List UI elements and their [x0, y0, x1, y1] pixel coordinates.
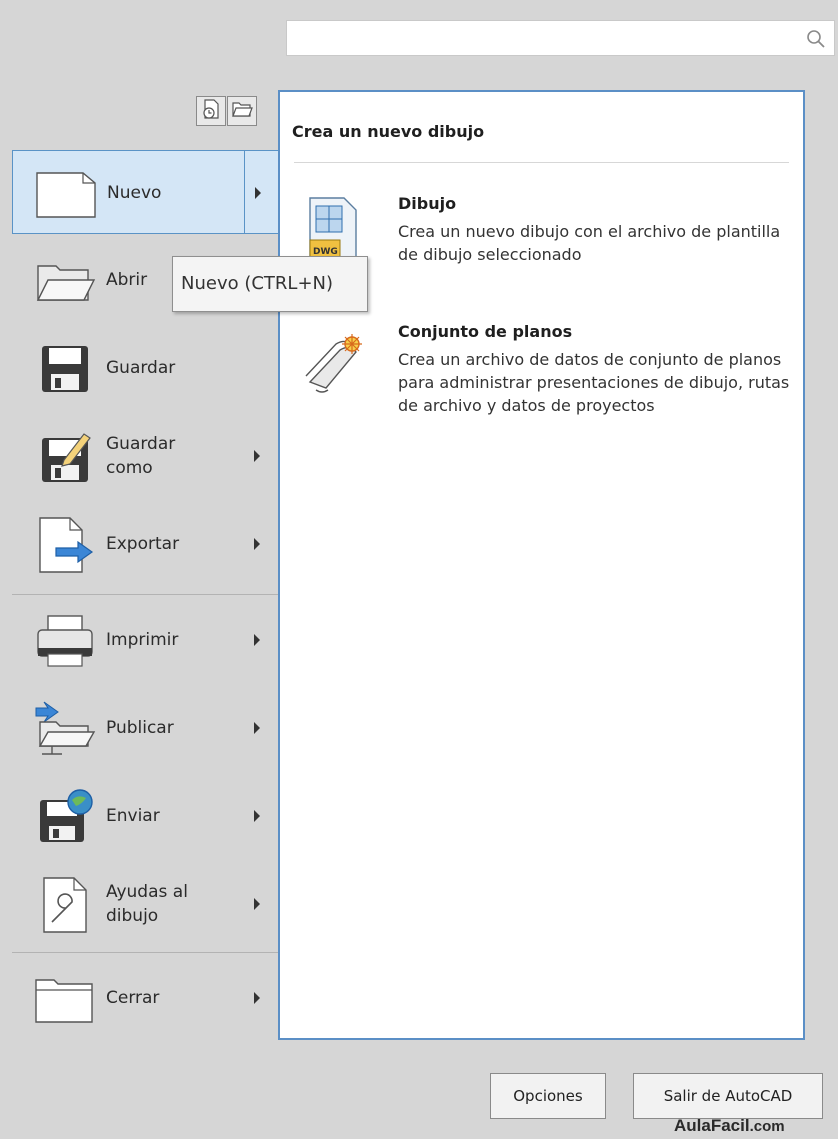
panel-title: Crea un nuevo dibujo [292, 122, 485, 141]
menu-item-label: Enviar [106, 806, 160, 826]
menu-item-label: Nuevo [107, 183, 162, 203]
menu-divider [12, 594, 281, 595]
search-icon[interactable] [806, 29, 826, 53]
application-menu: Nuevo Abrir Guardar Guardar como Exporta… [0, 0, 838, 1139]
publish-icon [35, 701, 96, 755]
menu-item-publicar[interactable]: Publicar [12, 686, 281, 770]
drawing-utilities-icon [43, 877, 87, 933]
menu-item-enviar[interactable]: Enviar [12, 774, 281, 858]
menu-item-label: Imprimir [106, 630, 179, 650]
exit-autocad-button[interactable]: Salir de AutoCAD [633, 1073, 823, 1119]
entry-description: Crea un nuevo dibujo con el archivo de p… [398, 222, 781, 264]
menu-item-label: Ayudas al dibujo [106, 880, 226, 928]
panel-entry-dibujo[interactable]: DWG Dibujo Crea un nuevo dibujo con el a… [300, 194, 790, 284]
menu-item-label: Cerrar [106, 988, 160, 1008]
menu-item-label: Abrir [106, 270, 148, 290]
label-line-1: Ayudas al [106, 882, 188, 902]
entry-title: Conjunto de planos [398, 322, 573, 341]
submenu-arrow-icon[interactable] [254, 634, 260, 646]
label-line-1: Guardar [106, 434, 176, 454]
open-folder-icon [36, 265, 96, 301]
tooltip: Nuevo (CTRL+N) [172, 256, 368, 312]
menu-item-label: Publicar [106, 718, 174, 738]
open-documents-button[interactable] [227, 96, 257, 126]
watermark-logo: AulaFacil.com [674, 1116, 785, 1136]
save-disk-icon [42, 346, 88, 392]
menu-item-label: Guardar [106, 358, 176, 378]
menu-item-guardar-como[interactable]: Guardar como [12, 414, 281, 498]
menu-item-guardar[interactable]: Guardar [12, 326, 281, 410]
recent-documents-icon [200, 98, 222, 124]
close-folder-icon [35, 979, 93, 1023]
menu-item-cerrar[interactable]: Cerrar [12, 956, 281, 1040]
export-icon [39, 517, 94, 573]
menu-item-nuevo[interactable]: Nuevo [12, 150, 281, 234]
menu-item-exportar[interactable]: Exportar [12, 502, 281, 586]
watermark-brand: AulaFacil [674, 1116, 750, 1135]
submenu-separator [244, 151, 245, 233]
entry-title: Dibujo [398, 194, 457, 213]
submenu-arrow-icon[interactable] [254, 450, 260, 462]
panel-entry-conjunto-de-planos[interactable]: Conjunto de planos Crea un archivo de da… [300, 322, 790, 462]
menu-divider [12, 952, 281, 953]
sheet-set-icon [305, 334, 362, 393]
panel-divider [294, 162, 789, 163]
label-line-2: dibujo [106, 906, 159, 926]
menu-item-label: Exportar [106, 534, 180, 554]
submenu-arrow-icon[interactable] [255, 187, 261, 199]
dwg-file-icon: DWG [309, 197, 357, 261]
search-box[interactable] [286, 20, 835, 56]
entry-description: Crea un archivo de datos de conjunto de … [398, 350, 790, 415]
submenu-arrow-icon[interactable] [254, 992, 260, 1004]
submenu-arrow-icon[interactable] [254, 810, 260, 822]
menu-item-label: Guardar como [106, 432, 226, 480]
printer-icon [37, 615, 93, 667]
new-document-icon [36, 172, 96, 218]
label-line-2: como [106, 458, 153, 478]
recent-documents-button[interactable] [196, 96, 226, 126]
submenu-arrow-icon[interactable] [254, 538, 260, 550]
submenu-arrow-icon[interactable] [254, 722, 260, 734]
send-icon [40, 789, 93, 842]
save-as-icon [42, 433, 91, 482]
search-input[interactable] [287, 21, 807, 55]
watermark-suffix: .com [749, 1118, 785, 1135]
open-folder-icon [231, 98, 253, 124]
submenu-panel: Crea un nuevo dibujo DWG Dibujo Crea un … [278, 90, 805, 1040]
menu-item-ayudas-al-dibujo[interactable]: Ayudas al dibujo [12, 862, 281, 946]
options-button[interactable]: Opciones [490, 1073, 606, 1119]
submenu-arrow-icon[interactable] [254, 898, 260, 910]
menu-item-imprimir[interactable]: Imprimir [12, 598, 281, 682]
